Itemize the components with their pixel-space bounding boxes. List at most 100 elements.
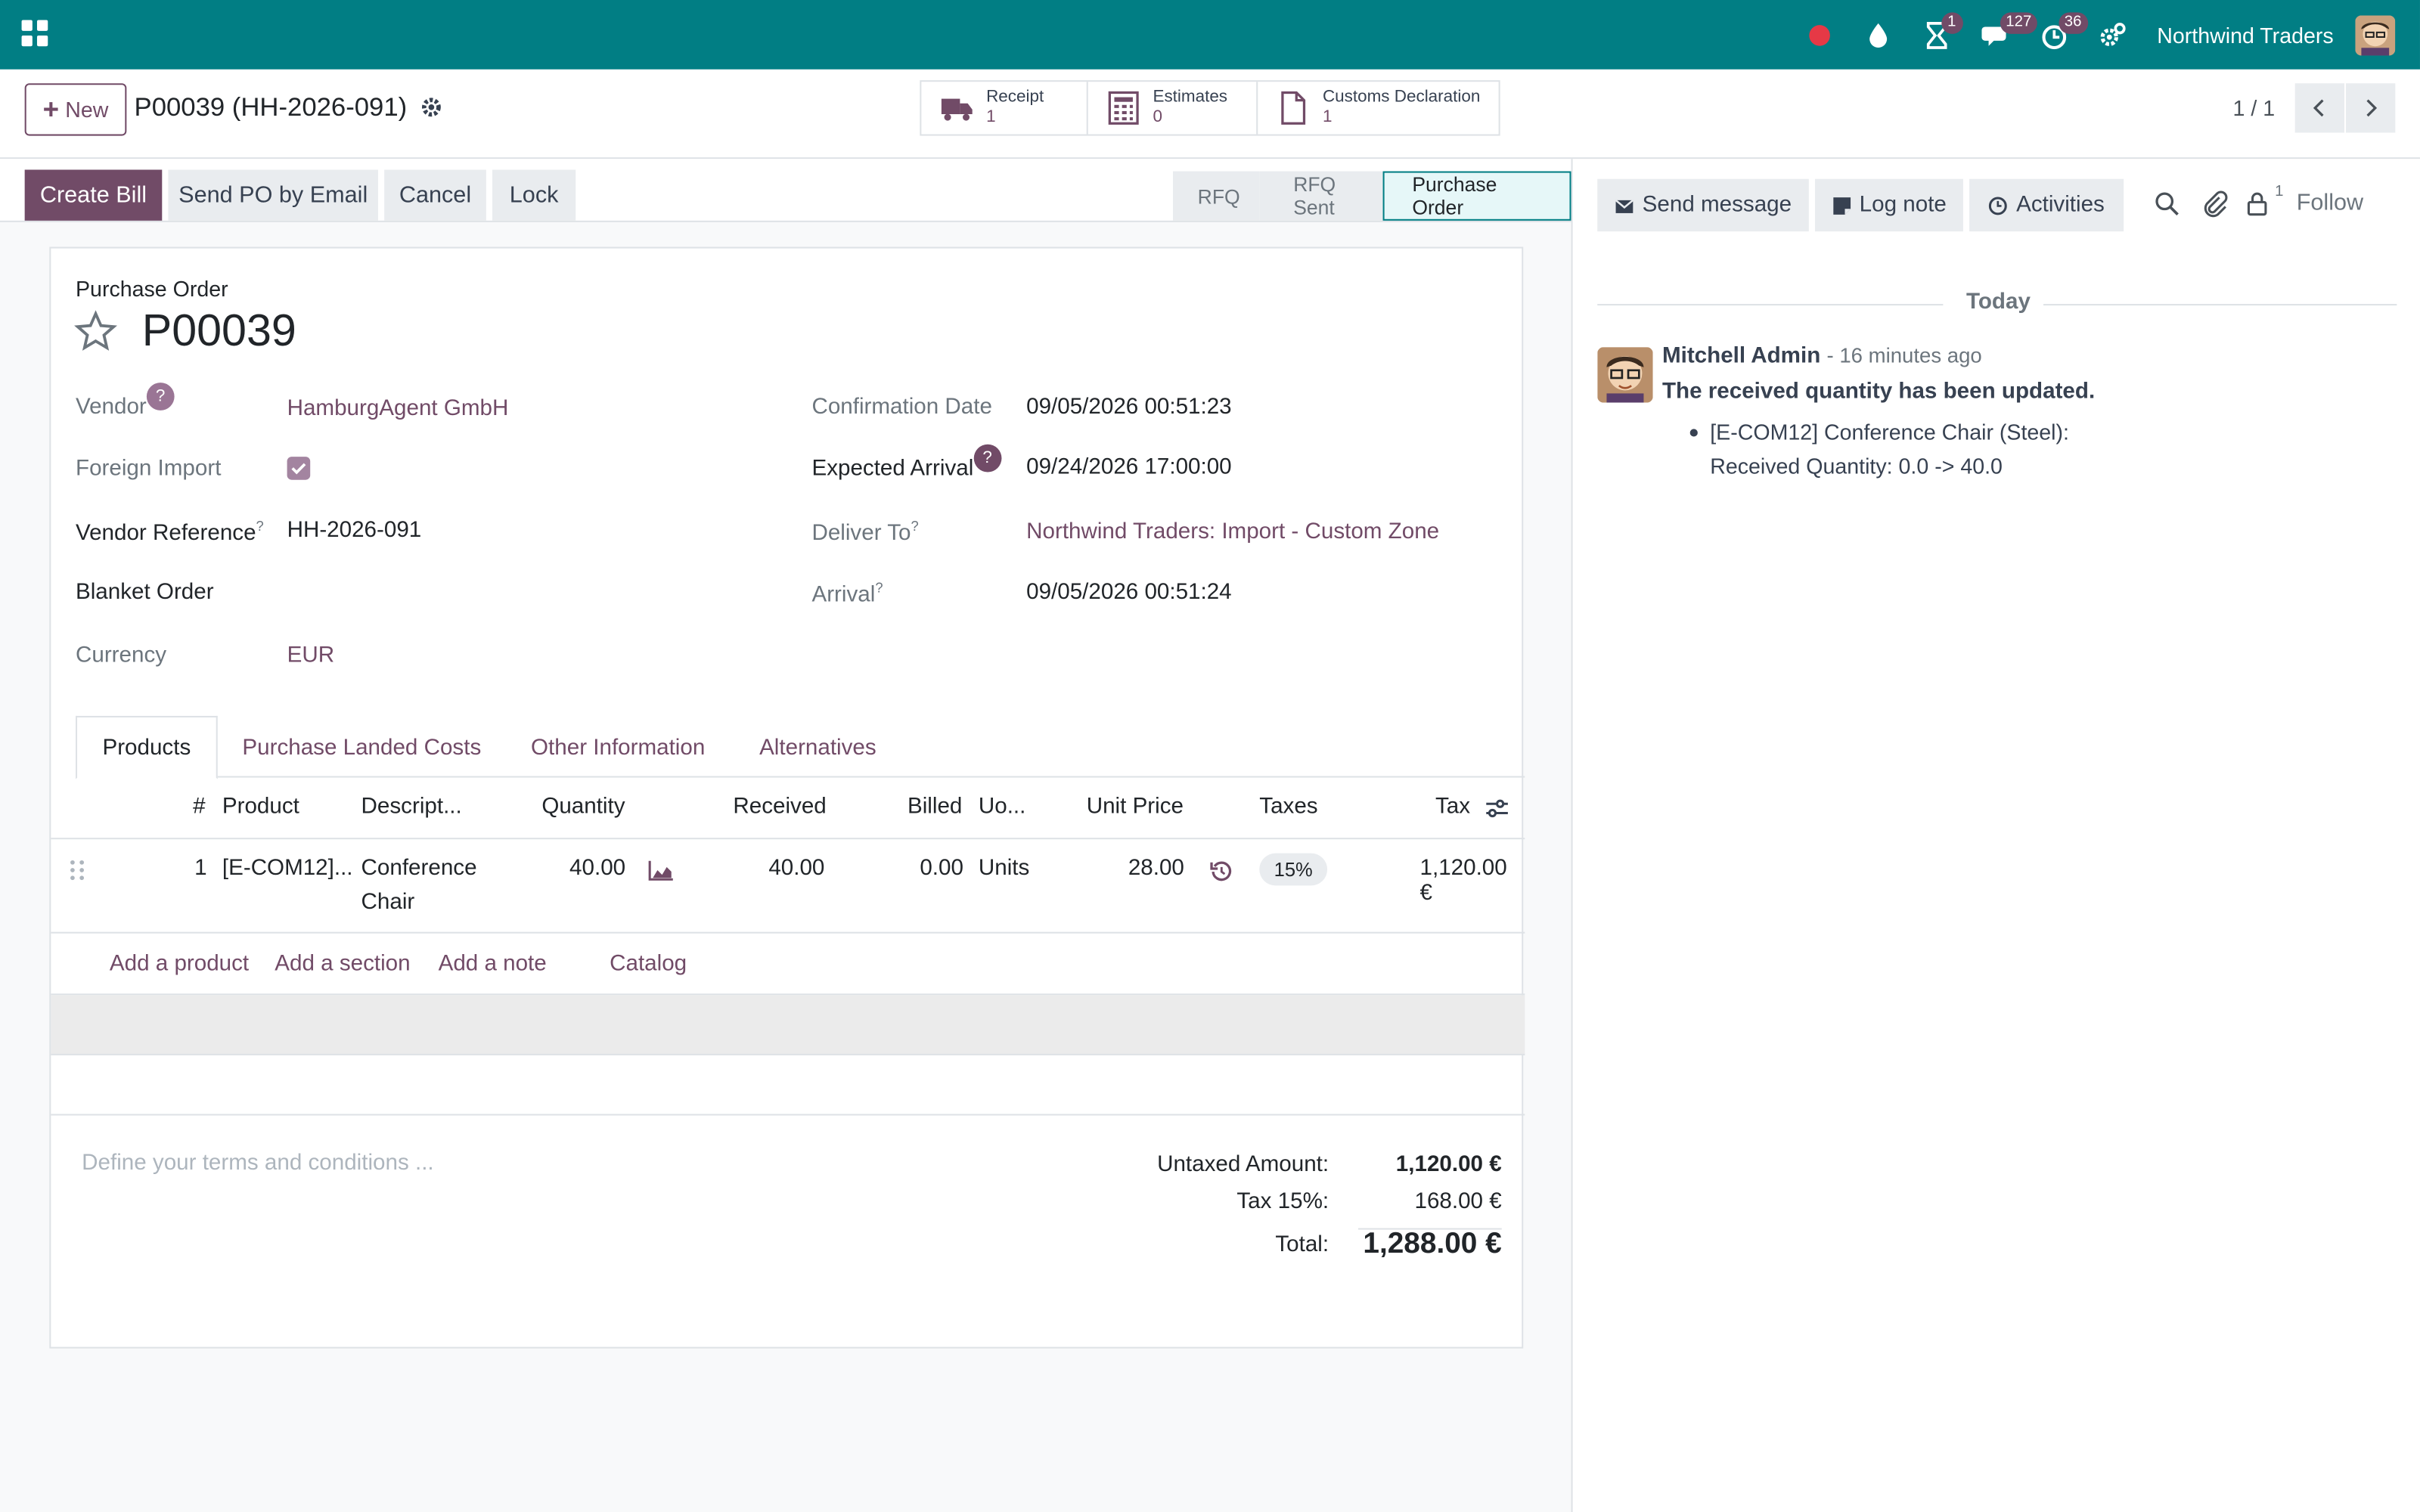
terms-conditions-input[interactable]: Define your terms and conditions ... (82, 1151, 433, 1176)
line-uom[interactable]: Units (979, 857, 1029, 881)
apps-menu-icon[interactable] (21, 20, 50, 48)
record-status-icon[interactable] (1796, 0, 1842, 70)
arrival-help[interactable]: ? (875, 580, 883, 595)
follow-button[interactable]: Follow (2297, 190, 2363, 216)
tax-tag[interactable]: 15% (1259, 853, 1328, 886)
history-icon[interactable] (1210, 860, 1233, 883)
table-row[interactable]: 1 [E-COM12]... Conference Chair 40.00 40.… (51, 841, 1525, 934)
deliver-to-label: Deliver To? (811, 519, 918, 546)
date-separator-today: Today (1965, 290, 2031, 315)
paperclip-icon[interactable] (2201, 190, 2229, 218)
add-note-link[interactable]: Add a note (439, 952, 547, 977)
foreign-import-label: Foreign Import (75, 457, 222, 482)
line-number: 1 (194, 856, 207, 881)
star-icon[interactable] (74, 310, 117, 353)
col-taxes[interactable]: Taxes (1259, 795, 1317, 820)
estimates-smart-button[interactable]: Estimates 0 (1088, 82, 1258, 135)
col-product[interactable]: Product (222, 795, 299, 820)
line-unit-price[interactable]: 28.00 (1128, 857, 1184, 881)
line-product[interactable]: [E-COM12]... (222, 857, 353, 881)
vendor-field[interactable]: HamburgAgent GmbH (287, 396, 509, 421)
messages-icon[interactable]: 127 (1972, 0, 2038, 70)
pager-previous-button[interactable] (2294, 83, 2344, 133)
col-unit-price[interactable]: Unit Price (1087, 795, 1184, 820)
add-section-link[interactable]: Add a section (275, 952, 410, 977)
vendor-reference-help[interactable]: ? (256, 519, 264, 534)
followers-lock-icon[interactable] (2244, 190, 2272, 218)
arrival-field[interactable]: 09/05/2026 00:51:24 (1026, 580, 1232, 605)
forecast-chart-icon[interactable] (648, 860, 675, 881)
search-icon[interactable] (2153, 190, 2181, 218)
optional-columns-icon[interactable] (1485, 798, 1509, 820)
chevron-left-icon (2313, 99, 2324, 117)
app-root: 1 127 36 Northwind Traders + New P00039 … (0, 0, 2420, 1512)
col-quantity[interactable]: Quantity (541, 795, 625, 820)
vendor-reference-field[interactable]: HH-2026-091 (287, 519, 422, 544)
add-product-link[interactable]: Add a product (110, 952, 249, 977)
navbar-systray: 1 127 36 Northwind Traders (1783, 0, 2396, 70)
customs-declaration-smart-button[interactable]: Customs Declaration 1 (1258, 82, 1498, 134)
pager-value[interactable]: 1 / 1 (2233, 96, 2276, 121)
line-tax-amount: 1,120.00 € (1419, 856, 1507, 906)
currency-field[interactable]: EUR (287, 643, 334, 668)
stage-purchase-order[interactable]: Purchase Order (1382, 171, 1571, 221)
top-navbar: 1 127 36 Northwind Traders (0, 0, 2420, 70)
drag-handle-icon[interactable] (70, 860, 85, 881)
tab-alternatives[interactable]: Alternatives (759, 716, 876, 779)
col-tax[interactable]: Tax (1435, 795, 1470, 820)
send-message-button[interactable]: Send message (1597, 178, 1809, 232)
expected-arrival-label: Expected Arrival? (811, 444, 1002, 485)
receipt-smart-button[interactable]: Receipt 1 (921, 82, 1088, 135)
company-switcher[interactable]: Northwind Traders (2157, 23, 2333, 48)
lock-button[interactable]: Lock (492, 169, 576, 221)
stage-rfq[interactable]: RFQ (1173, 171, 1260, 221)
line-description[interactable]: Conference Chair (361, 852, 477, 920)
arrival-label-text: Arrival (811, 583, 876, 608)
expected-arrival-help-icon[interactable]: ? (973, 444, 1002, 472)
total-value: 1,288.00 € (1363, 1228, 1502, 1261)
col-uom[interactable]: Uo... (979, 795, 1025, 820)
gear-icon[interactable] (420, 96, 443, 119)
catalog-link[interactable]: Catalog (610, 952, 687, 977)
send-po-email-button[interactable]: Send PO by Email (168, 169, 378, 221)
chevron-right-icon (2366, 99, 2378, 117)
message-author-avatar[interactable] (1597, 347, 1653, 403)
col-number[interactable]: # (193, 795, 205, 820)
customs-title: Customs Declaration (1322, 88, 1481, 107)
create-bill-button[interactable]: Create Bill (24, 169, 163, 221)
tab-purchase-landed-costs[interactable]: Purchase Landed Costs (242, 716, 481, 779)
truck-icon (941, 98, 973, 121)
timer-icon[interactable]: 36 (2031, 0, 2088, 70)
expected-arrival-field[interactable]: 09/24/2026 17:00:00 (1026, 455, 1232, 480)
user-avatar[interactable] (2355, 14, 2396, 55)
stage-rfq-sent[interactable]: RFQ Sent (1259, 171, 1383, 221)
clock-icon (1989, 196, 2008, 215)
tab-other-information[interactable]: Other Information (531, 716, 705, 779)
hourglass-icon[interactable]: 1 (1913, 0, 1963, 70)
settings-gears-icon[interactable] (2089, 0, 2135, 70)
receipt-title: Receipt (986, 88, 1044, 107)
activities-button[interactable]: Activities (1969, 178, 2124, 232)
vendor-reference-label: Vendor Reference? (76, 519, 264, 546)
col-received[interactable]: Received (733, 795, 826, 820)
line-received[interactable]: 40.00 (768, 857, 824, 881)
message-author-name[interactable]: Mitchell Admin (1662, 344, 1820, 369)
confirmation-date-field[interactable]: 09/05/2026 00:51:23 (1026, 395, 1232, 420)
col-billed[interactable]: Billed (908, 795, 962, 820)
pager-next-button[interactable] (2346, 83, 2396, 133)
foreign-import-checkbox[interactable] (287, 457, 311, 480)
log-note-button[interactable]: Log note (1814, 178, 1963, 232)
document-icon (1281, 91, 1306, 125)
timer-badge: 36 (2058, 12, 2088, 34)
line-description-2: Chair (361, 890, 415, 916)
control-panel: + New P00039 (HH-2026-091) Receipt 1 Esti… (0, 69, 2420, 160)
new-button[interactable]: + New (24, 83, 127, 136)
deliver-to-help[interactable]: ? (911, 519, 918, 534)
line-quantity[interactable]: 40.00 (569, 857, 625, 881)
deliver-to-field[interactable]: Northwind Traders: Import - Custom Zone (1026, 520, 1439, 545)
cancel-button[interactable]: Cancel (384, 169, 486, 221)
vendor-help-icon[interactable]: ? (146, 383, 175, 411)
tab-products[interactable]: Products (75, 715, 218, 779)
col-description[interactable]: Descript... (361, 795, 462, 820)
drop-icon[interactable] (1854, 0, 1900, 70)
